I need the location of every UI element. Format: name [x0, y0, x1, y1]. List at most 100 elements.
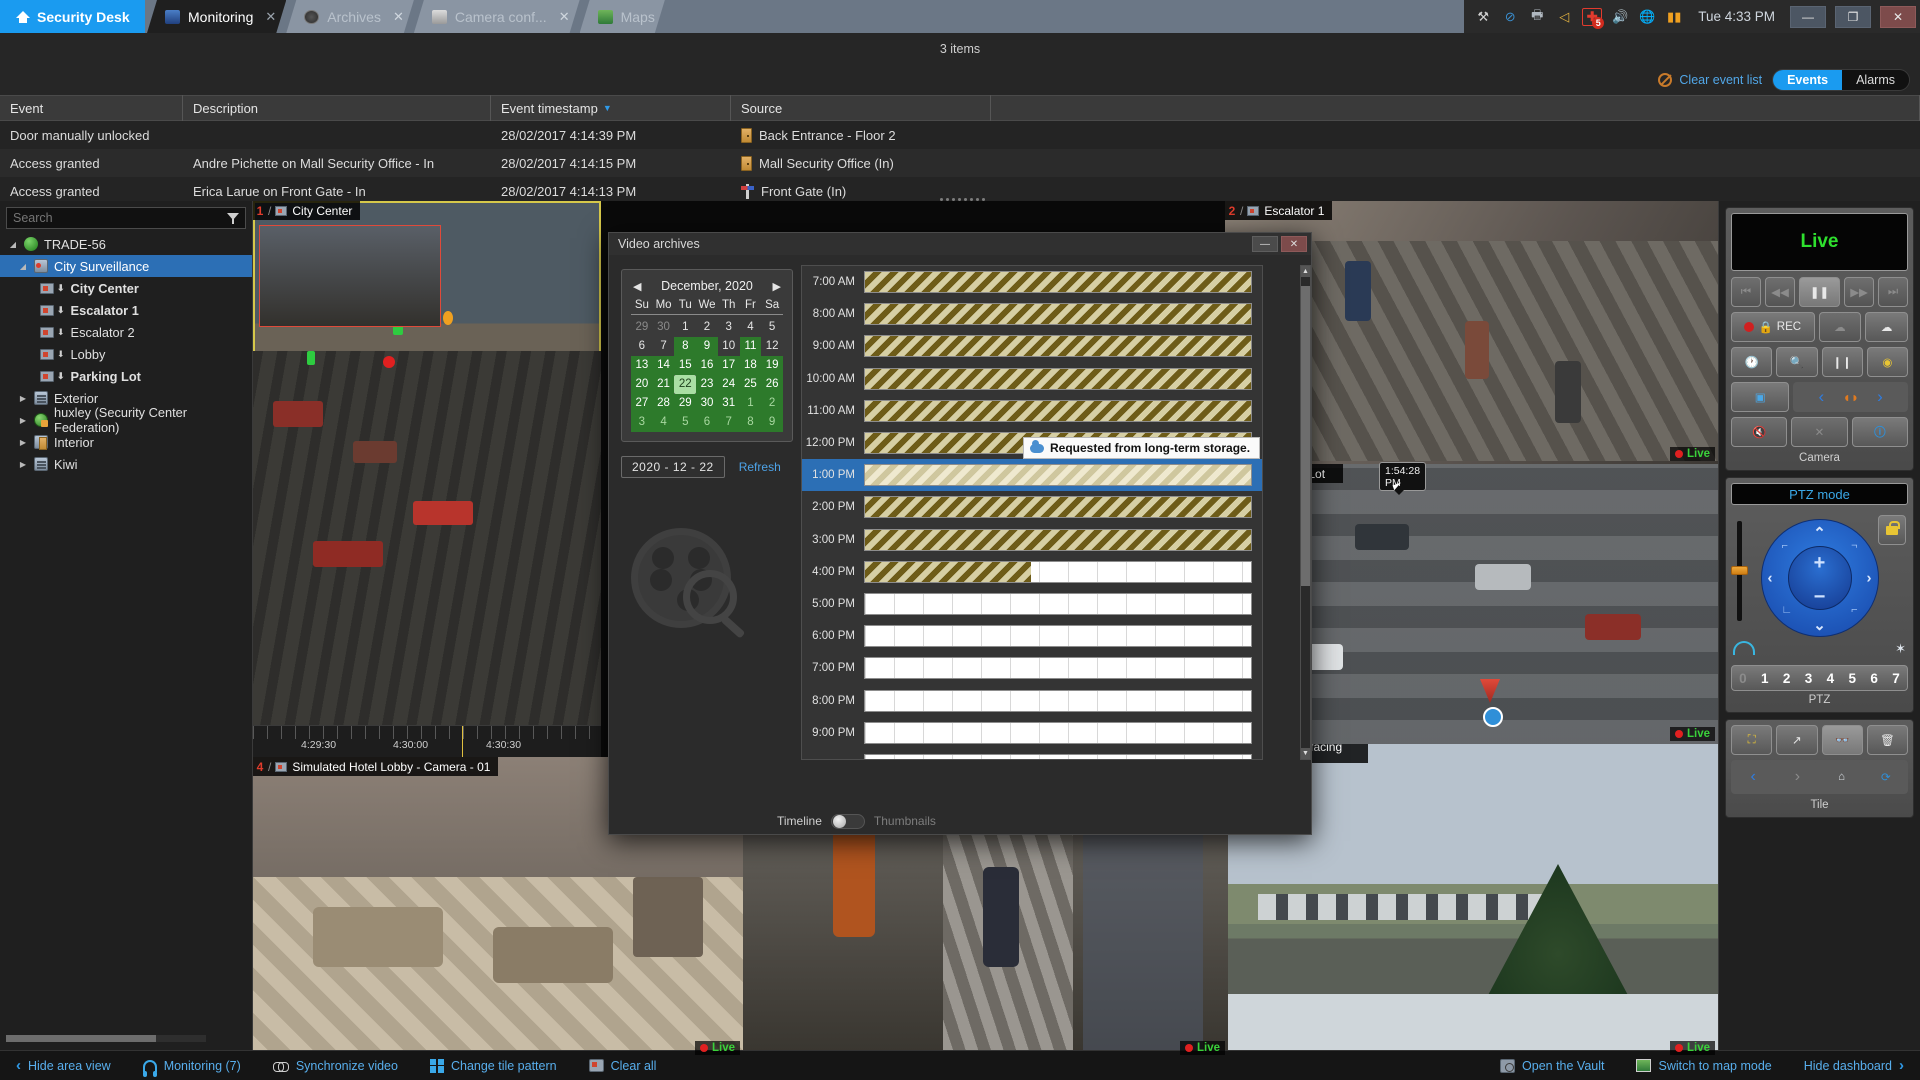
zoom-in-icon[interactable]: +	[1814, 553, 1826, 573]
column-header-source[interactable]: Source	[731, 95, 991, 121]
ptz-up-left-icon[interactable]: ⌐	[1782, 540, 1788, 552]
preset-7[interactable]: 7	[1885, 671, 1907, 686]
tab-archives[interactable]: Archives ✕	[286, 0, 414, 33]
calendar-day[interactable]: 1	[674, 318, 696, 337]
clear-event-list-button[interactable]: Clear event list	[1658, 73, 1762, 87]
expander-icon[interactable]: ▶	[18, 416, 28, 425]
refresh-button[interactable]: Refresh	[739, 460, 781, 474]
calendar-day[interactable]: 27	[631, 394, 653, 413]
scrollbar-thumb[interactable]	[1301, 286, 1310, 586]
archive-timeline-row[interactable]: 8:00 PM	[802, 684, 1262, 716]
signal-icon[interactable]: ▮▮	[1665, 8, 1683, 26]
speaker-mute-icon[interactable]: ◁	[1555, 8, 1573, 26]
synchronize-video-button[interactable]: Synchronize video	[257, 1059, 414, 1073]
calendar-day[interactable]: 11	[739, 337, 762, 356]
calendar-day[interactable]: 2	[761, 394, 783, 413]
column-header-extra[interactable]	[991, 95, 1920, 121]
archive-segment[interactable]	[865, 368, 1251, 389]
archive-timeline-row[interactable]: 8:00 AM	[802, 298, 1262, 330]
thumbnails-label[interactable]: Thumbnails	[874, 814, 936, 828]
tab-events[interactable]: Events	[1773, 70, 1843, 90]
scroll-up-icon[interactable]: ▲	[1301, 266, 1310, 277]
timeline-cursor[interactable]	[461, 726, 463, 757]
archive-timeline-row[interactable]: 11:00 AM	[802, 395, 1262, 427]
tree-item-escalator-1[interactable]: ⬇ Escalator 1	[0, 299, 252, 321]
archive-segment[interactable]	[865, 465, 1251, 486]
calendar-day[interactable]: 15	[674, 356, 697, 375]
close-icon[interactable]: ✕	[393, 9, 404, 25]
table-row[interactable]: Door manually unlocked 28/02/2017 4:14:3…	[0, 121, 1920, 149]
restore-button[interactable]: ❐	[1835, 5, 1871, 28]
archive-segment[interactable]	[865, 336, 1251, 357]
archive-row-bar[interactable]	[864, 399, 1252, 422]
info-icon[interactable]: ⓘ	[1851, 417, 1908, 447]
archive-timeline-row[interactable]: 7:00 AM	[802, 266, 1262, 298]
cloud-upload-icon[interactable]: ☁	[1865, 312, 1908, 342]
fit-icon[interactable]: ⛶	[1731, 725, 1773, 755]
archive-timeline-row[interactable]: 9:00 PM	[802, 717, 1262, 749]
ptz-up-icon[interactable]: ⌃	[1813, 524, 1826, 542]
expander-icon[interactable]: ◢	[8, 240, 18, 249]
calendar-day[interactable]: 13	[631, 356, 653, 375]
calendar-day[interactable]: 22	[674, 375, 697, 394]
calendar-day[interactable]: 2	[696, 318, 718, 337]
volume-icon[interactable]: 🔊	[1611, 8, 1629, 26]
calendar-day[interactable]: 3	[718, 318, 740, 337]
tree-item-parking-lot[interactable]: ⬇ Parking Lot	[0, 365, 252, 387]
calendar-day[interactable]: 9	[761, 413, 783, 432]
tree-item-huxley-federation[interactable]: ▶ huxley (Security Center Federation)	[0, 405, 252, 435]
archive-timeline-row[interactable]: 7:00 PM	[802, 652, 1262, 684]
calendar-day[interactable]: 4	[652, 413, 675, 432]
tab-maps[interactable]: Maps	[580, 0, 665, 33]
archive-row-bar[interactable]	[864, 689, 1252, 712]
preset-3[interactable]: 3	[1798, 671, 1820, 686]
archive-row-bar[interactable]	[864, 625, 1252, 648]
archive-segment[interactable]	[865, 561, 1031, 582]
printer-icon[interactable]: 🖶	[1528, 7, 1546, 26]
prev-camera-icon[interactable]: ‹	[1819, 387, 1825, 407]
ptz-down-right-icon[interactable]: ⌐	[1851, 604, 1857, 616]
open-the-vault-button[interactable]: Open the Vault	[1484, 1058, 1620, 1073]
archive-segment[interactable]	[865, 529, 1251, 550]
tab-camera-config[interactable]: Camera conf... ✕	[414, 0, 580, 33]
palette-icon[interactable]: ◖◗	[1842, 389, 1859, 405]
expander-icon[interactable]: ▶	[18, 438, 28, 447]
archive-timeline-scrollbar[interactable]: ▲ ▼	[1300, 265, 1311, 760]
preset-4[interactable]: 4	[1820, 671, 1842, 686]
calendar-day[interactable]: 26	[761, 375, 783, 394]
archive-row-bar[interactable]	[864, 560, 1252, 583]
ptz-right-icon[interactable]: ›	[1867, 570, 1872, 587]
prev-month-icon[interactable]: ◀	[633, 280, 641, 293]
calendar[interactable]: ◀ December, 2020 ▶ Su Mo Tu We Th Fr Sa …	[621, 269, 793, 442]
archive-segment[interactable]	[865, 400, 1251, 421]
hardware-icon[interactable]: ⚒	[1474, 8, 1492, 26]
ptz-up-right-icon[interactable]: ¬	[1851, 540, 1857, 552]
search-snapshot-icon[interactable]: 🔍	[1776, 347, 1818, 377]
calendar-day[interactable]: 8	[674, 337, 697, 356]
preset-1[interactable]: 1	[1754, 671, 1776, 686]
tree-item-city-surveillance[interactable]: ◢ City Surveillance	[0, 255, 252, 277]
skip-forward-icon[interactable]: ⏭	[1878, 277, 1909, 307]
hide-dashboard-button[interactable]: Hide dashboard ›	[1788, 1057, 1920, 1074]
archive-timeline-row[interactable]: 9:00 AM	[802, 330, 1262, 362]
expand-icon[interactable]: ↗	[1776, 725, 1818, 755]
calendar-day[interactable]: 9	[696, 337, 718, 356]
filter-icon[interactable]	[227, 212, 239, 224]
calendar-day[interactable]: 17	[717, 356, 740, 375]
sidebar-scrollbar[interactable]	[6, 1035, 206, 1042]
panel-drag-handle[interactable]	[940, 196, 1000, 202]
archive-row-bar[interactable]	[864, 367, 1252, 390]
calendar-day[interactable]: 18	[739, 356, 762, 375]
calendar-day[interactable]: 3	[631, 413, 653, 432]
prev-icon[interactable]: ‹	[1733, 762, 1774, 792]
lock-icon[interactable]	[1878, 515, 1906, 545]
minimize-button[interactable]: —	[1790, 5, 1826, 28]
rewind-icon[interactable]: ◀◀	[1764, 277, 1795, 307]
tab-monitoring[interactable]: Monitoring ✕	[147, 0, 286, 33]
archive-row-bar[interactable]	[864, 721, 1252, 744]
close-icon[interactable]: ✕	[265, 9, 276, 25]
archive-row-bar[interactable]	[864, 496, 1252, 519]
next-icon[interactable]: ›	[1777, 762, 1818, 792]
expander-icon[interactable]: ▶	[18, 394, 28, 403]
cycle-icon[interactable]: ⟳	[1865, 762, 1906, 792]
